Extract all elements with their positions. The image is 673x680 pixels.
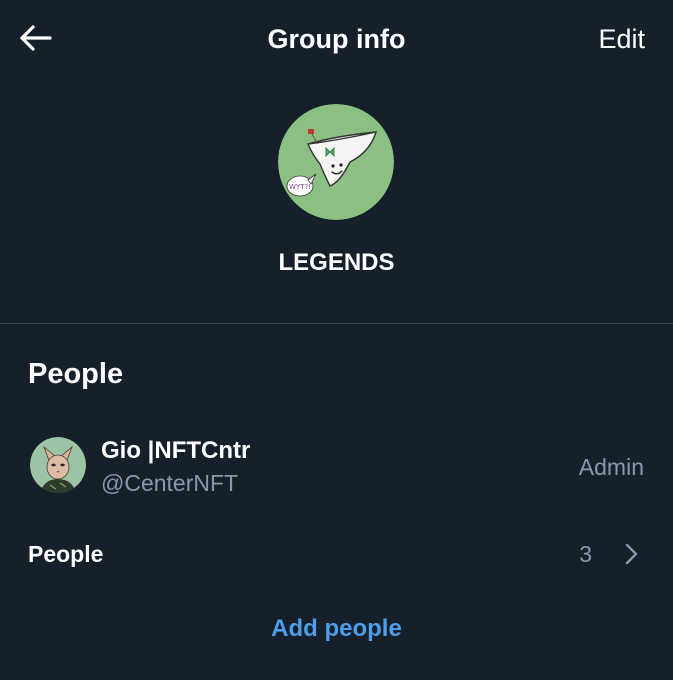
member-handle: @CenterNFT bbox=[101, 470, 239, 496]
people-row-label: People bbox=[28, 541, 104, 567]
speech-bubble-text: WYT?! bbox=[289, 183, 311, 191]
member-role-badge: Admin bbox=[578, 454, 644, 480]
top-bar: Group info Edit bbox=[0, 0, 673, 78]
sphynx-cat-avatar-image bbox=[30, 437, 86, 493]
page-title: Group info bbox=[267, 24, 406, 54]
add-people-button[interactable]: Add people bbox=[0, 614, 673, 644]
member-avatar[interactable] bbox=[30, 437, 86, 493]
people-section-title: People bbox=[28, 358, 124, 390]
chevron-right-icon bbox=[625, 543, 638, 565]
edit-button[interactable]: Edit bbox=[598, 22, 645, 56]
member-row[interactable]: Gio |NFTCntr @CenterNFT Admin bbox=[0, 424, 673, 510]
group-avatar[interactable]: WYT?! bbox=[278, 104, 394, 220]
people-list-row[interactable]: People 3 bbox=[0, 530, 673, 578]
divider bbox=[0, 323, 673, 324]
people-count: 3 bbox=[579, 541, 592, 567]
member-name: Gio |NFTCntr bbox=[101, 437, 251, 464]
group-name: LEGENDS bbox=[278, 249, 395, 276]
group-avatar-image: WYT?! bbox=[278, 104, 394, 220]
